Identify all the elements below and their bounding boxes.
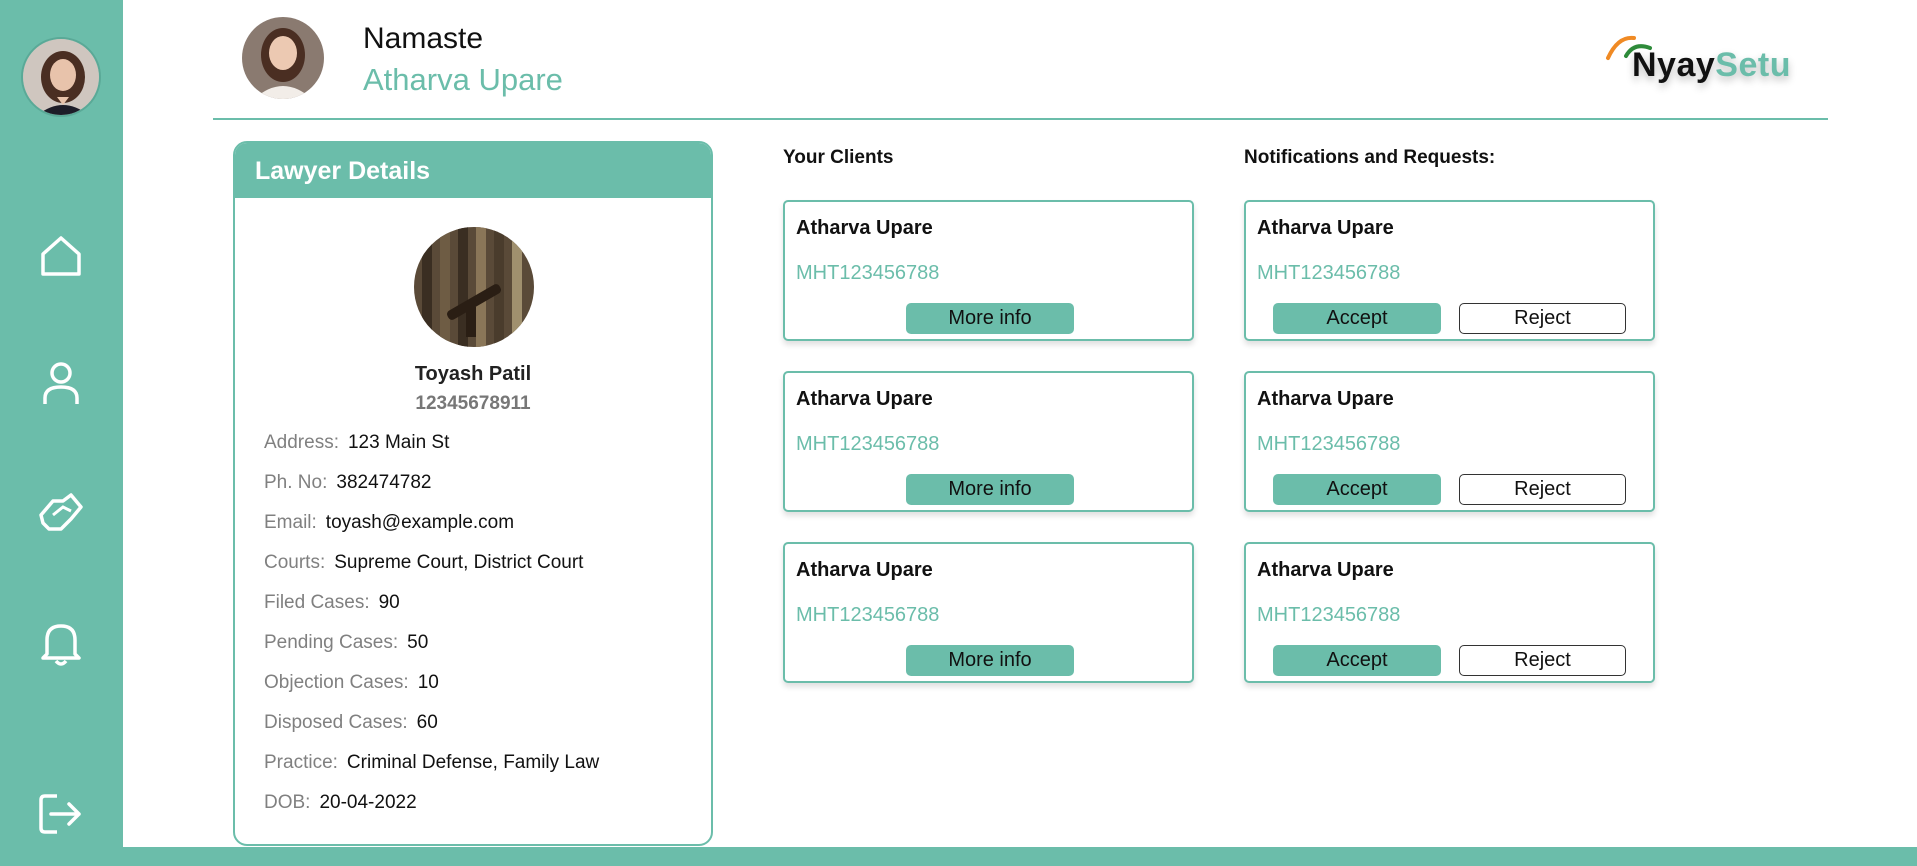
request-id: MHT123456788: [1257, 262, 1401, 284]
request-name: Atharva Upare: [1257, 559, 1394, 581]
reject-button[interactable]: Reject: [1459, 474, 1626, 505]
client-id: MHT123456788: [796, 262, 940, 284]
greeting-text: Namaste: [363, 22, 484, 55]
reject-button[interactable]: Reject: [1459, 303, 1626, 334]
client-name: Atharva Upare: [796, 388, 933, 410]
header-avatar: [242, 17, 324, 99]
handshake-icon[interactable]: [33, 485, 89, 541]
client-card: Atharva Upare MHT123456788 More info: [783, 200, 1194, 341]
detail-address: Address: 123 Main St: [264, 432, 450, 453]
sidebar: [0, 0, 123, 866]
accept-button[interactable]: Accept: [1273, 303, 1441, 334]
lawyer-photo: [414, 227, 534, 347]
more-info-button[interactable]: More info: [906, 474, 1074, 505]
lawyer-id: 12345678911: [415, 393, 531, 414]
notifications-title: Notifications and Requests:: [1244, 147, 1496, 168]
request-card: Atharva Upare MHT123456788 Accept Reject: [1244, 371, 1655, 512]
request-id: MHT123456788: [1257, 604, 1401, 626]
nyaysetu-logo: NyaySetu: [1600, 24, 1790, 104]
request-name: Atharva Upare: [1257, 217, 1394, 239]
clients-title: Your Clients: [783, 147, 894, 168]
user-icon[interactable]: [33, 356, 89, 412]
lawyer-details-card: Lawyer Details Toyash Patil 12345678911 …: [233, 141, 713, 846]
client-name: Atharva Upare: [796, 217, 933, 239]
detail-dob: DOB: 20-04-2022: [264, 792, 417, 813]
lawyer-name: Toyash Patil: [414, 363, 532, 385]
detail-filed-cases: Filed Cases: 90: [264, 592, 400, 613]
logout-icon[interactable]: [33, 786, 89, 842]
accept-button[interactable]: Accept: [1273, 474, 1441, 505]
detail-practice: Practice: Criminal Defense, Family Law: [264, 752, 600, 773]
client-name: Atharva Upare: [796, 559, 933, 581]
request-card: Atharva Upare MHT123456788 Accept Reject: [1244, 200, 1655, 341]
header-divider: [213, 118, 1828, 120]
accept-button[interactable]: Accept: [1273, 645, 1441, 676]
user-name: Atharva Upare: [363, 62, 563, 97]
client-id: MHT123456788: [796, 433, 940, 455]
client-id: MHT123456788: [796, 604, 940, 626]
detail-email: Email: toyash@example.com: [264, 512, 515, 533]
request-id: MHT123456788: [1257, 433, 1401, 455]
client-card: Atharva Upare MHT123456788 More info: [783, 371, 1194, 512]
detail-disposed-cases: Disposed Cases: 60: [264, 712, 438, 733]
request-name: Atharva Upare: [1257, 388, 1394, 410]
detail-courts: Courts: Supreme Court, District Court: [264, 552, 584, 573]
detail-objection-cases: Objection Cases: 10: [264, 672, 439, 693]
home-icon[interactable]: [33, 228, 89, 284]
sidebar-avatar[interactable]: [21, 37, 101, 117]
client-card: Atharva Upare MHT123456788 More info: [783, 542, 1194, 683]
reject-button[interactable]: Reject: [1459, 645, 1626, 676]
bottom-bar: [0, 847, 1917, 866]
request-card: Atharva Upare MHT123456788 Accept Reject: [1244, 542, 1655, 683]
detail-pending-cases: Pending Cases: 50: [264, 632, 429, 653]
bell-icon[interactable]: [33, 614, 89, 670]
more-info-button[interactable]: More info: [906, 303, 1074, 334]
lawyer-details-title: Lawyer Details: [235, 143, 711, 198]
detail-phone: Ph. No: 382474782: [264, 472, 432, 493]
more-info-button[interactable]: More info: [906, 645, 1074, 676]
logo-text: NyaySetu: [1632, 46, 1791, 84]
